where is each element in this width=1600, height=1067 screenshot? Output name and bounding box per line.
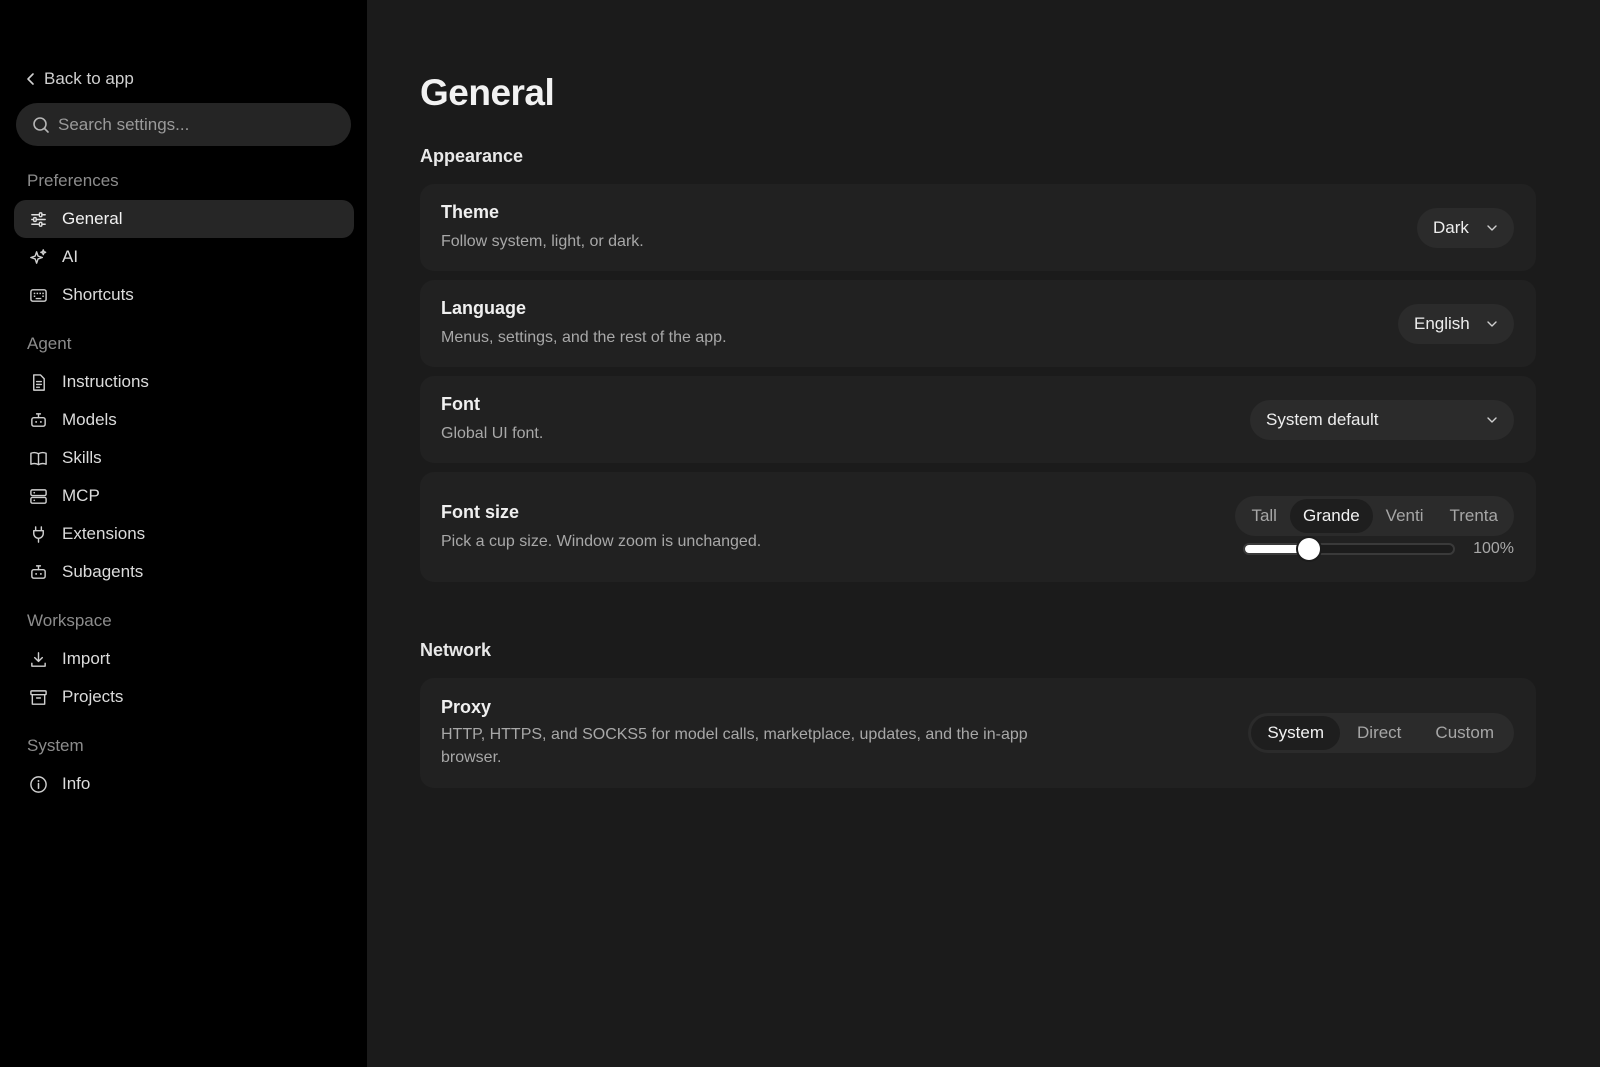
sidebar-item-label: Import [62,649,111,668]
keyboard-icon [28,285,48,305]
theme-dropdown[interactable]: Dark [1417,207,1514,248]
sidebar-item-shortcuts[interactable]: Shortcuts [14,276,354,314]
sidebar-item-label: General [62,209,123,228]
theme-value: Dark [1433,217,1469,237]
proxy-description-line: browser. [441,749,502,766]
chevron-down-icon [1487,416,1497,423]
robot-icon [28,410,48,430]
cup-size-grande[interactable]: Grande [1289,499,1373,533]
chevron-down-icon [1487,320,1497,327]
search-input[interactable] [58,114,335,135]
language-label: Language [441,298,527,318]
sidebar-item-import[interactable]: Import [14,640,354,678]
theme-setting: Theme Follow system, light, or dark. Dar… [420,184,1536,271]
chevron-down-icon [1487,224,1497,231]
font-setting: Font Global UI font. System default [420,376,1536,463]
robot-icon [28,562,48,582]
search-icon [33,116,49,133]
font-description: Global UI font. [441,425,544,442]
sidebar-item-label: AI [62,247,79,266]
proxy-mode-selector: System Direct Custom [1248,713,1514,753]
language-dropdown[interactable]: English [1398,303,1514,344]
sidebar-item-projects[interactable]: Projects [14,678,354,716]
sliders-icon [28,209,48,229]
server-icon [28,486,48,506]
proxy-mode-system[interactable]: System [1251,716,1341,750]
sidebar-item-label: Info [62,774,91,793]
proxy-label: Proxy [441,697,492,717]
proxy-mode-custom[interactable]: Custom [1418,716,1511,750]
cup-size-trenta[interactable]: Trenta [1436,499,1511,533]
plug-icon [28,524,48,544]
document-icon [28,372,48,392]
section-title-network: Network [420,640,492,660]
sidebar-item-subagents[interactable]: Subagents [14,553,354,591]
book-icon [28,448,48,468]
proxy-setting: Proxy HTTP, HTTPS, and SOCKS5 for model … [420,678,1536,788]
group-title-agent: Agent [27,334,72,353]
font-size-setting: Font size Pick a cup size. Window zoom i… [420,472,1536,582]
section-title-appearance: Appearance [420,146,524,166]
cup-size-selector: Tall Grande Venti Trenta [1235,496,1514,536]
proxy-description: HTTP, HTTPS, and SOCKS5 for model calls,… [441,723,1028,769]
sidebar-item-skills[interactable]: Skills [14,439,354,477]
group-title-system: System [27,736,84,755]
sidebar-item-label: Models [62,410,117,429]
sidebar-item-mcp[interactable]: MCP [14,477,354,515]
font-label: Font [441,394,480,414]
group-title-workspace: Workspace [27,611,112,630]
proxy-mode-direct[interactable]: Direct [1340,716,1418,750]
download-icon [28,649,48,669]
language-setting: Language Menus, settings, and the rest o… [420,280,1536,367]
sidebar-item-ai[interactable]: AI [14,238,354,276]
sidebar-item-instructions[interactable]: Instructions [14,363,354,401]
sparkles-icon [28,247,48,267]
search-box[interactable] [16,103,351,146]
language-value: English [1414,313,1470,333]
sidebar-item-label: Shortcuts [62,285,134,304]
cup-size-venti[interactable]: Venti [1373,499,1437,533]
theme-label: Theme [441,202,500,222]
font-size-value: 100% [1473,540,1514,557]
font-size-slider-thumb[interactable] [1298,538,1321,560]
page-title: General [420,72,555,113]
sidebar-item-info[interactable]: Info [14,765,354,803]
font-size-label: Font size [441,501,520,522]
sidebar-item-label: Projects [62,687,124,706]
sidebar-item-label: MCP [62,486,100,505]
language-description: Menus, settings, and the rest of the app… [441,329,727,346]
sidebar-item-label: Skills [62,448,102,467]
font-value: System default [1266,409,1379,429]
font-size-slider[interactable] [1243,538,1455,560]
sidebar: Back to app Preferences General AI Short… [0,0,367,1067]
sidebar-item-extensions[interactable]: Extensions [14,515,354,553]
archive-icon [28,687,48,707]
back-to-app-link[interactable]: Back to app [24,68,353,90]
theme-description: Follow system, light, or dark. [441,233,644,250]
cup-size-tall[interactable]: Tall [1238,499,1290,533]
chevron-left-icon [27,73,34,85]
group-title-preferences: Preferences [27,171,119,190]
sidebar-item-general[interactable]: General [14,200,354,238]
sidebar-item-models[interactable]: Models [14,401,354,439]
sidebar-item-label: Instructions [62,372,149,391]
info-icon [28,774,48,794]
font-size-description: Pick a cup size. Window zoom is unchange… [441,532,762,550]
font-dropdown[interactable]: System default [1250,399,1514,440]
sidebar-item-label: Subagents [62,562,144,581]
settings-main: General Appearance Theme Follow system, … [367,0,1600,1067]
sidebar-item-label: Extensions [62,524,146,543]
proxy-description-line: HTTP, HTTPS, and SOCKS5 for model calls,… [441,726,1028,743]
back-to-app-label: Back to app [44,69,134,88]
